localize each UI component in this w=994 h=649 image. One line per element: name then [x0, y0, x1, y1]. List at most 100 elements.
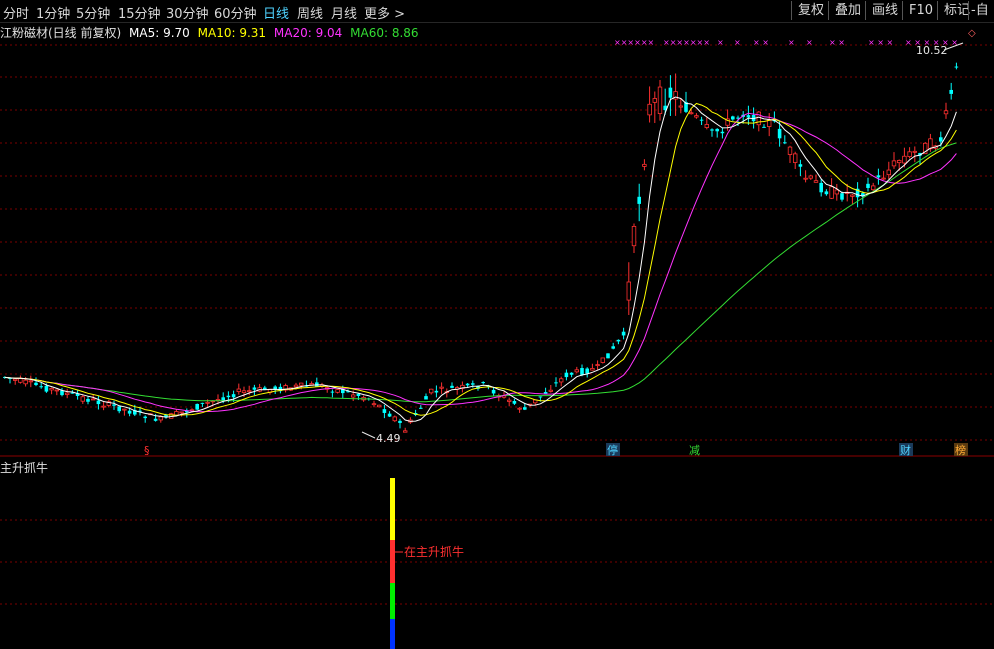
signal-bar-green — [390, 583, 395, 619]
candle-body — [356, 393, 361, 396]
candlesticks — [3, 62, 959, 433]
candle-body — [39, 386, 43, 388]
candle-body — [330, 391, 335, 393]
marker-reduce[interactable]: 减 — [689, 444, 700, 457]
signal-bar-blue — [390, 619, 395, 649]
svg-text:×: × — [788, 38, 795, 47]
candle-body — [793, 153, 798, 163]
svg-text:××××××: ×××××× — [614, 38, 654, 47]
candle-body — [881, 177, 886, 180]
svg-text:× ×: × × — [829, 38, 845, 47]
candle-body — [419, 407, 423, 409]
candle-body — [34, 382, 38, 386]
candle-body — [949, 89, 953, 94]
ma60-line — [4, 142, 957, 403]
candle-body — [819, 182, 823, 193]
candle-body — [580, 368, 584, 375]
candle-body — [798, 164, 803, 167]
candle-body — [803, 177, 808, 180]
candle-body — [424, 396, 428, 400]
candle-body — [715, 128, 719, 132]
candle-body — [657, 86, 663, 114]
candle-body — [871, 185, 876, 191]
candle-body — [762, 126, 766, 128]
candle-body — [834, 189, 839, 195]
candle-body — [127, 410, 132, 414]
candle-body — [392, 416, 397, 422]
candle-body — [226, 395, 231, 398]
candle-body — [850, 194, 855, 197]
candle-body — [559, 378, 564, 383]
candle-body — [86, 398, 90, 402]
marker-finance[interactable]: 财 — [900, 443, 911, 457]
svg-text:×: × — [734, 38, 741, 47]
candle-body — [80, 396, 85, 402]
candle-body — [398, 420, 402, 423]
ma5-line — [4, 96, 957, 422]
candle-body — [44, 385, 49, 392]
candle-body — [569, 372, 574, 375]
candle-body — [600, 357, 605, 363]
top-markers: ×××××× ××××××× × × × × × × × × × × × × ×… — [614, 38, 958, 47]
candle-body — [668, 87, 673, 98]
sub-chart-title: 主升抓牛 — [0, 461, 49, 475]
candle-body — [777, 128, 782, 139]
candle-body — [808, 175, 813, 179]
candle-body — [912, 150, 917, 153]
candle-body — [428, 388, 434, 394]
candle-body — [158, 416, 163, 421]
candle-body — [891, 160, 897, 167]
candle-body — [28, 380, 33, 383]
candle-body — [91, 398, 96, 401]
candle-body — [101, 405, 106, 408]
svg-text:× × ×: × × × — [868, 38, 893, 47]
candle-body — [829, 186, 834, 199]
candle-body — [12, 378, 18, 381]
candle-body — [548, 389, 553, 392]
svg-text:× ×: × × — [753, 38, 769, 47]
candle-body — [512, 400, 517, 404]
candle-body — [554, 382, 558, 384]
candle-body — [434, 390, 439, 393]
candle-body — [590, 368, 595, 371]
candle-body — [246, 390, 252, 393]
candle-body — [205, 401, 210, 404]
candle-body — [335, 389, 340, 393]
candle-body — [117, 406, 121, 412]
signal-label: 在主升抓牛 — [404, 544, 464, 559]
candle-body — [376, 404, 382, 408]
candle-body — [595, 364, 600, 366]
low-price-label: 4.49 — [376, 432, 401, 445]
candle-body — [783, 142, 787, 144]
candle-body — [293, 384, 299, 388]
candle-body — [574, 369, 579, 373]
candle-body — [241, 390, 247, 393]
signal-bar-yellow — [390, 478, 395, 540]
candle-body — [621, 331, 626, 336]
candle-body — [564, 372, 569, 378]
ma10-line — [4, 102, 957, 416]
candle-body — [298, 382, 304, 386]
candle-body — [179, 411, 184, 414]
marker-halt[interactable]: 停 — [607, 443, 618, 457]
signal-bar-red — [390, 540, 395, 583]
candle-body — [746, 115, 751, 118]
candle-body — [585, 368, 589, 374]
candle-body — [886, 169, 891, 176]
candle-body — [122, 408, 127, 411]
candle-body — [689, 112, 694, 115]
candle-body — [402, 430, 408, 433]
candle-body — [96, 400, 101, 405]
candle-body — [731, 116, 735, 120]
marker-list[interactable]: 榜 — [955, 443, 966, 457]
candle-body — [387, 413, 392, 417]
high-price-label: 10.52 — [916, 44, 948, 57]
candle-body — [506, 399, 512, 402]
marker-section[interactable]: § — [144, 444, 150, 457]
candle-body — [787, 146, 793, 155]
candle-body — [382, 409, 387, 413]
candle-body — [481, 382, 485, 384]
candle-body — [611, 346, 615, 349]
diamond-icon: ◇ — [968, 28, 976, 39]
candle-body — [143, 416, 147, 419]
